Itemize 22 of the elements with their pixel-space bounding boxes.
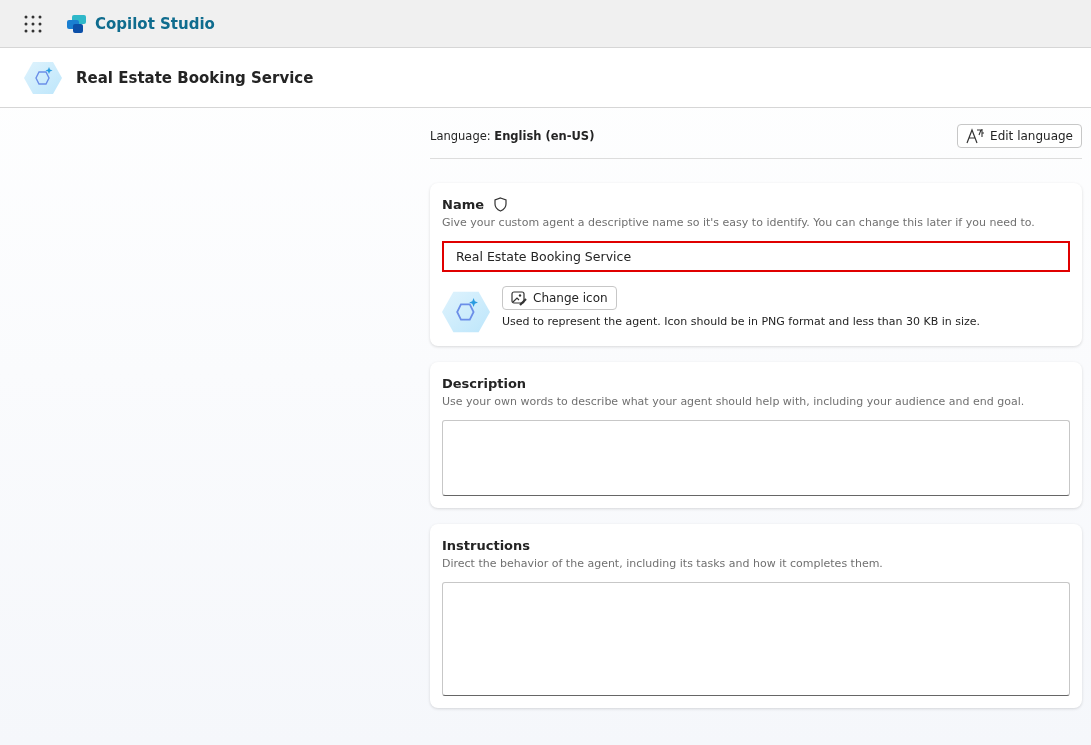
translate-icon: [966, 128, 985, 144]
agent-title: Real Estate Booking Service: [76, 68, 314, 87]
section-heading: Description: [442, 376, 528, 391]
section-hint: Use your own words to describe what your agent should help with, including your audience and end goal.: [442, 395, 1026, 408]
agent-hexagon-icon: [24, 60, 62, 95]
change-icon-button[interactable]: Change icon: [502, 286, 617, 310]
app-title[interactable]: Copilot Studio: [95, 14, 215, 33]
edit-language-button[interactable]: Edit language: [957, 124, 1082, 148]
name-hint: Give your custom agent a descriptive name so it's easy to identify. You can change this later if you need to.: [442, 216, 1036, 229]
icon-hint: Used to represent the agent. Icon should be in PNG format and less than 30 KB in size.: [502, 315, 981, 328]
shield-icon: [494, 197, 507, 212]
text-area[interactable]: [442, 582, 1070, 696]
edit-image-icon: [511, 290, 527, 306]
app-launcher-icon[interactable]: [24, 14, 42, 33]
section-heading: Instructions: [442, 538, 531, 553]
section-hint: Direct the behavior of the agent, including its tasks and how it completes them.: [442, 557, 884, 570]
name-input[interactable]: Real Estate Booking Service: [442, 241, 1070, 272]
agent-hexagon-icon: [442, 290, 490, 334]
text-area[interactable]: [442, 420, 1070, 496]
language-label: Language: English (en-US): [430, 129, 595, 143]
name-heading: Name: [442, 197, 484, 212]
app-logo-icon: [67, 14, 87, 33]
